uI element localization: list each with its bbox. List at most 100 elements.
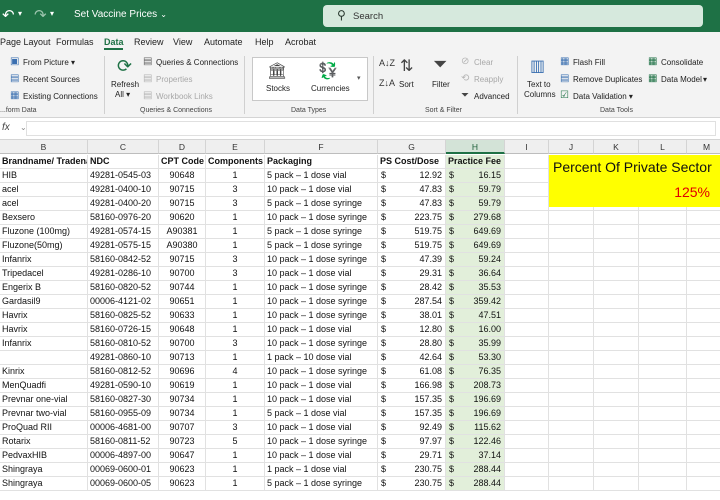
empty-cell[interactable]	[687, 435, 720, 449]
practice-fee-cell[interactable]: $208.73	[446, 379, 505, 393]
practice-fee-cell[interactable]: $16.15	[446, 169, 505, 183]
formula-input[interactable]	[26, 121, 716, 136]
ps-cost-cell[interactable]: $47.83	[378, 197, 446, 211]
search-box[interactable]: ⚲	[323, 5, 703, 27]
queries-connections-button[interactable]: Queries & Connections	[156, 58, 238, 67]
empty-cell[interactable]	[549, 365, 594, 379]
components-cell[interactable]: 4	[206, 365, 265, 379]
empty-cell[interactable]	[505, 183, 549, 197]
ndc-cell[interactable]: 58160-0726-15	[88, 323, 159, 337]
spreadsheet-grid[interactable]: BCDEFGHIJKLM Brandname/ TradenameNDCCPT C…	[0, 140, 720, 500]
tab-automate[interactable]: Automate	[204, 37, 243, 47]
empty-cell[interactable]	[639, 211, 687, 225]
practice-fee-cell[interactable]: $279.68	[446, 211, 505, 225]
empty-cell[interactable]	[594, 477, 639, 491]
empty-cell[interactable]	[505, 225, 549, 239]
empty-cell[interactable]	[594, 253, 639, 267]
empty-cell[interactable]	[639, 253, 687, 267]
name-cell[interactable]: HIB	[0, 169, 88, 183]
empty-cell[interactable]	[549, 393, 594, 407]
cpt-code-cell[interactable]: 90700	[159, 267, 206, 281]
empty-cell[interactable]	[639, 365, 687, 379]
components-cell[interactable]: 1	[206, 477, 265, 491]
data-validation-button[interactable]: Data Validation ▾	[573, 92, 633, 101]
practice-fee-cell[interactable]: $35.53	[446, 281, 505, 295]
empty-cell[interactable]	[505, 309, 549, 323]
packaging-cell[interactable]: 1 pack – 1 dose vial	[265, 463, 378, 477]
empty-cell[interactable]	[505, 379, 549, 393]
name-cell[interactable]: Shingraya	[0, 477, 88, 491]
name-cell[interactable]: Fluzone(50mg)	[0, 239, 88, 253]
empty-cell[interactable]	[549, 435, 594, 449]
empty-cell[interactable]	[639, 407, 687, 421]
empty-cell[interactable]	[687, 267, 720, 281]
components-cell[interactable]: 1	[206, 309, 265, 323]
undo-icon[interactable]: ↶	[2, 6, 15, 24]
cpt-code-cell[interactable]: 90623	[159, 477, 206, 491]
empty-cell[interactable]	[594, 463, 639, 477]
packaging-cell[interactable]: 10 pack – 1 dose syringe	[265, 253, 378, 267]
empty-cell[interactable]	[687, 365, 720, 379]
packaging-cell[interactable]: 10 pack – 1 dose vial	[265, 183, 378, 197]
practice-fee-cell[interactable]: $76.35	[446, 365, 505, 379]
empty-cell[interactable]	[687, 477, 720, 491]
components-cell[interactable]: 1	[206, 393, 265, 407]
ps-cost-cell[interactable]: $287.54	[378, 295, 446, 309]
packaging-cell[interactable]: 10 pack – 1 dose syringe	[265, 295, 378, 309]
practice-fee-cell[interactable]: $35.99	[446, 337, 505, 351]
cpt-code-cell[interactable]: 90723	[159, 435, 206, 449]
ps-cost-cell[interactable]: $38.01	[378, 309, 446, 323]
column-header-b[interactable]: B	[0, 140, 88, 154]
empty-cell[interactable]	[505, 281, 549, 295]
cpt-code-cell[interactable]: 90633	[159, 309, 206, 323]
empty-cell[interactable]	[505, 337, 549, 351]
name-cell[interactable]: Rotarix	[0, 435, 88, 449]
empty-cell[interactable]	[549, 379, 594, 393]
practice-fee-cell[interactable]: $115.62	[446, 421, 505, 435]
packaging-cell[interactable]: 5 pack – 1 dose syringe	[265, 477, 378, 491]
practice-fee-cell[interactable]: $196.69	[446, 393, 505, 407]
empty-cell[interactable]	[639, 463, 687, 477]
redo-icon[interactable]: ↷	[34, 6, 47, 24]
consolidate-button[interactable]: Consolidate	[661, 58, 703, 67]
undo-dropdown-icon[interactable]: ▾	[18, 9, 22, 18]
empty-cell[interactable]	[687, 393, 720, 407]
empty-cell[interactable]	[549, 463, 594, 477]
name-cell[interactable]: Engerix B	[0, 281, 88, 295]
column-header-g[interactable]: G	[378, 140, 446, 154]
empty-cell[interactable]	[549, 407, 594, 421]
empty-cell[interactable]	[639, 337, 687, 351]
empty-cell[interactable]	[505, 239, 549, 253]
name-cell[interactable]: Havrix	[0, 323, 88, 337]
cpt-code-cell[interactable]: 90700	[159, 337, 206, 351]
components-cell[interactable]: 3	[206, 183, 265, 197]
empty-cell[interactable]	[639, 281, 687, 295]
header-cell-name[interactable]: Brandname/ Tradename	[0, 155, 88, 169]
cpt-code-cell[interactable]: A90380	[159, 239, 206, 253]
practice-fee-cell[interactable]: $37.14	[446, 449, 505, 463]
components-cell[interactable]: 1	[206, 281, 265, 295]
cpt-code-cell[interactable]: 90619	[159, 379, 206, 393]
document-title[interactable]: Set Vaccine Prices ⌄	[74, 9, 167, 20]
components-cell[interactable]: 1	[206, 169, 265, 183]
packaging-cell[interactable]: 10 pack – 1 dose vial	[265, 393, 378, 407]
ps-cost-cell[interactable]: $29.31	[378, 267, 446, 281]
ndc-cell[interactable]: 49281-0860-10	[88, 351, 159, 365]
ps-cost-cell[interactable]: $230.75	[378, 477, 446, 491]
components-cell[interactable]: 5	[206, 435, 265, 449]
packaging-cell[interactable]: 10 pack – 1 dose vial	[265, 421, 378, 435]
filter-button[interactable]: Filter	[432, 80, 450, 89]
empty-cell[interactable]	[549, 253, 594, 267]
packaging-cell[interactable]: 5 pack – 1 dose syringe	[265, 239, 378, 253]
packaging-cell[interactable]: 10 pack – 1 dose vial	[265, 379, 378, 393]
packaging-cell[interactable]: 10 pack – 1 dose syringe	[265, 435, 378, 449]
empty-cell[interactable]	[549, 323, 594, 337]
components-cell[interactable]: 1	[206, 407, 265, 421]
header-cell-cpt[interactable]: CPT Code	[159, 155, 206, 169]
reapply-button[interactable]: Reapply	[474, 75, 503, 84]
empty-cell[interactable]	[594, 281, 639, 295]
column-header-h[interactable]: H	[446, 140, 505, 154]
ps-cost-cell[interactable]: $157.35	[378, 393, 446, 407]
currencies-button[interactable]: Currencies	[311, 84, 350, 93]
practice-fee-cell[interactable]: $59.24	[446, 253, 505, 267]
